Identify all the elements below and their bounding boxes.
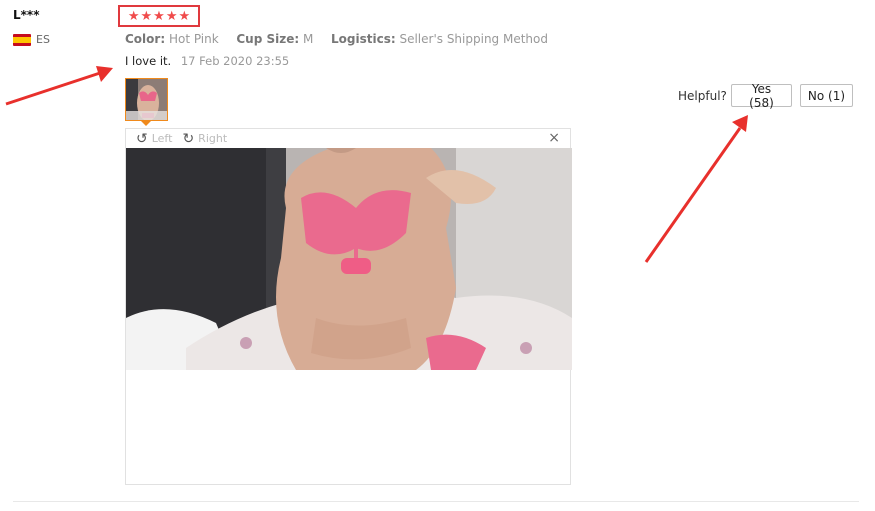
- attr-cup-size-value: M: [302, 32, 314, 46]
- rotate-left-icon: ↺: [136, 130, 148, 147]
- helpful-label: Helpful?: [678, 89, 727, 103]
- star-icon: ★: [178, 8, 191, 24]
- close-icon[interactable]: ×: [548, 130, 560, 146]
- rotate-right-icon: ↻: [182, 130, 195, 147]
- review-photo: [126, 148, 572, 370]
- attr-logistics-value: Seller's Shipping Method: [399, 32, 548, 46]
- thumbnail-image: [126, 79, 167, 120]
- rotate-left-button[interactable]: ↺ Left: [136, 132, 172, 146]
- photo-viewer: ↺ Left ↻ Right ×: [125, 128, 572, 485]
- review-photo-image: [126, 148, 572, 370]
- attr-color-value: Hot Pink: [168, 32, 219, 46]
- star-rating: ★ ★ ★ ★ ★: [118, 5, 200, 27]
- star-icon: ★: [140, 8, 153, 24]
- star-icon: ★: [165, 8, 178, 24]
- star-icon: ★: [153, 8, 165, 24]
- reviewer-name: L***: [13, 8, 40, 22]
- country-code: ES: [36, 33, 50, 46]
- rotate-left-label: Left: [151, 132, 173, 145]
- attr-logistics-label: Logistics:: [331, 32, 396, 46]
- review-photo-thumbnail[interactable]: [125, 78, 168, 121]
- review-divider: [13, 501, 859, 502]
- attr-cup-size-label: Cup Size:: [236, 32, 300, 46]
- helpful-yes-button[interactable]: Yes (58): [731, 82, 792, 110]
- rotate-right-label: Right: [198, 132, 228, 145]
- attr-color-label: Color:: [125, 32, 166, 46]
- review-date: 17 Feb 2020 23:55: [180, 54, 290, 68]
- review-comment: I love it. 17 Feb 2020 23:55: [125, 54, 289, 68]
- rotate-right-button[interactable]: ↻ Right: [182, 132, 227, 146]
- thumbnail-selected-caret: [141, 121, 151, 126]
- annotation-arrow-left: [5, 66, 113, 106]
- viewer-toolbar: ↺ Left ↻ Right ×: [126, 129, 570, 148]
- product-attributes: Color: Hot Pink Cup Size: M Logistics: S…: [125, 32, 548, 46]
- spain-flag-icon: [13, 33, 31, 46]
- star-icon: ★: [127, 8, 140, 24]
- helpful-no-button[interactable]: No (1): [800, 84, 853, 107]
- annotation-arrow-right: [644, 115, 748, 263]
- review-text: I love it.: [125, 54, 172, 68]
- reviewer-country: ES: [13, 33, 50, 46]
